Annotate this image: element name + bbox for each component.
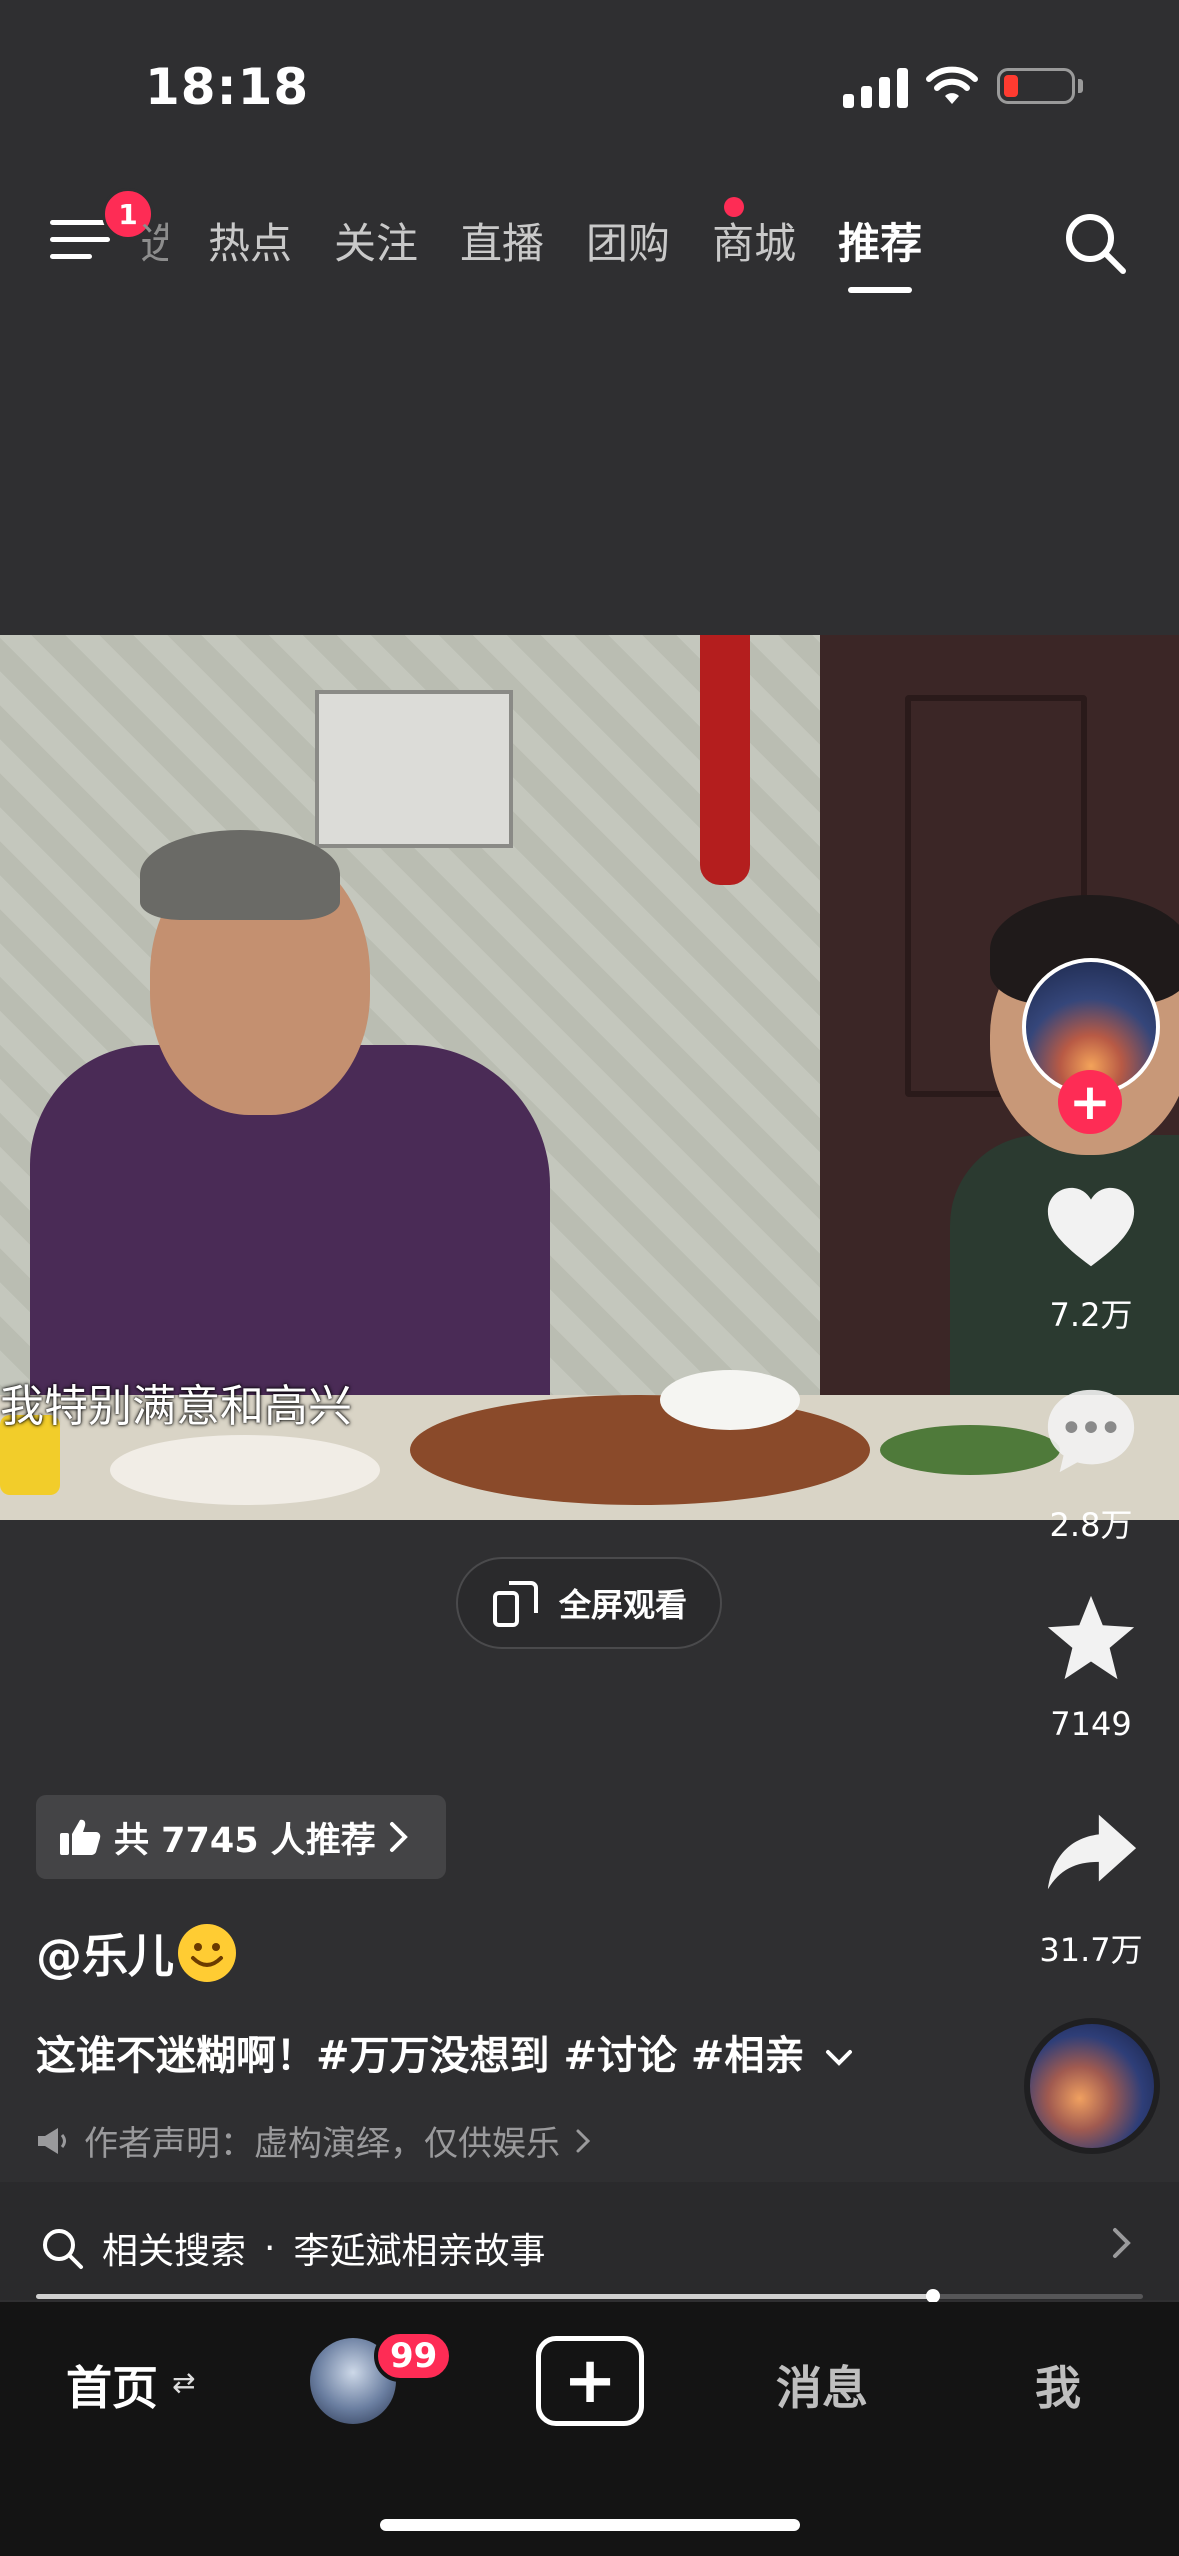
chevron-right-icon — [576, 2129, 591, 2152]
favorite-count: 7149 — [1050, 1705, 1132, 1743]
nav-messages[interactable]: 消息 — [776, 2352, 868, 2418]
nav-home[interactable]: 首页 — [66, 2352, 158, 2418]
recommend-chip[interactable]: 共 7745 人推荐 — [36, 1795, 446, 1879]
share-count: 31.7万 — [1039, 1931, 1143, 1969]
status-time: 18:18 — [145, 58, 310, 116]
like-count: 7.2万 — [1049, 1296, 1133, 1334]
chevron-right-icon — [1113, 2228, 1131, 2258]
follow-plus-icon[interactable]: + — [1058, 1070, 1122, 1134]
star-icon[interactable] — [1042, 1590, 1140, 1688]
megaphone-icon — [38, 2127, 66, 2154]
recommend-count-label: 共 7745 人推荐 — [114, 1820, 376, 1861]
battery-icon — [997, 68, 1075, 104]
thumbs-up-icon — [60, 1819, 101, 1855]
cellular-signal-icon — [843, 64, 908, 108]
friends-badge: 99 — [374, 2330, 454, 2382]
search-icon[interactable] — [1062, 210, 1128, 276]
share-icon[interactable] — [1042, 1805, 1140, 1903]
create-button[interactable]: + — [536, 2336, 644, 2426]
tab-mall[interactable]: 商城 — [712, 210, 796, 271]
chevron-right-icon — [389, 1822, 408, 1852]
comment-icon[interactable] — [1042, 1382, 1140, 1480]
tab-hot[interactable]: 热点 — [208, 210, 292, 271]
music-disc[interactable] — [1024, 2018, 1160, 2154]
fullscreen-label: 全屏观看 — [558, 1586, 687, 1624]
related-search-separator: · — [264, 2227, 276, 2269]
menu-icon[interactable] — [50, 220, 110, 266]
author-username[interactable]: @乐儿 — [36, 1920, 236, 1986]
username-text: @乐儿 — [36, 1929, 174, 1983]
video-caption[interactable]: 这谁不迷糊啊！#万万没想到 #讨论 #相亲 — [36, 2023, 854, 2081]
caption-text: 这谁不迷糊啊！#万万没想到 #讨论 #相亲 — [36, 2033, 805, 2079]
author-declaration[interactable]: 作者声明：虚构演绎，仅供娱乐 — [36, 2116, 592, 2165]
video-subtitle: 我特别满意和高兴 — [0, 1381, 352, 1432]
related-search-content: 相关搜索 · 李延斌相亲故事 — [40, 2222, 545, 2274]
related-search-prefix: 相关搜索 — [102, 2231, 247, 2272]
comment-count: 2.8万 — [1049, 1506, 1133, 1544]
nav-me[interactable]: 我 — [1035, 2352, 1081, 2418]
smile-emoji-icon — [178, 1924, 236, 1982]
search-icon — [43, 2229, 83, 2269]
tab-live[interactable]: 直播 — [460, 210, 544, 271]
wifi-icon — [926, 66, 978, 104]
tab-partial[interactable]: 选 — [140, 210, 168, 271]
video-progress-knob[interactable] — [926, 2289, 940, 2303]
related-search-query: 李延斌相亲故事 — [293, 2231, 546, 2272]
tab-recommend[interactable]: 推荐 — [838, 210, 922, 293]
group-buy-dot — [724, 197, 744, 217]
rotate-screen-icon — [492, 1581, 538, 1627]
declaration-text: 作者声明：虚构演绎，仅供娱乐 — [84, 2124, 560, 2164]
home-indicator — [380, 2519, 800, 2531]
top-tab-bar: 选 热点 关注 直播 团购 商城 推荐 — [140, 210, 964, 293]
chevron-down-icon[interactable] — [824, 2047, 854, 2069]
battery-tip — [1078, 79, 1083, 93]
tab-group-buy[interactable]: 团购 — [586, 210, 670, 271]
tab-following[interactable]: 关注 — [334, 210, 418, 271]
heart-icon[interactable] — [1042, 1180, 1140, 1278]
switch-icon[interactable]: ⇄ — [172, 2366, 195, 2399]
fullscreen-button[interactable]: 全屏观看 — [456, 1557, 722, 1649]
video-player[interactable]: 我特别满意和高兴 — [0, 635, 1179, 1520]
video-progress-fill — [36, 2294, 933, 2299]
